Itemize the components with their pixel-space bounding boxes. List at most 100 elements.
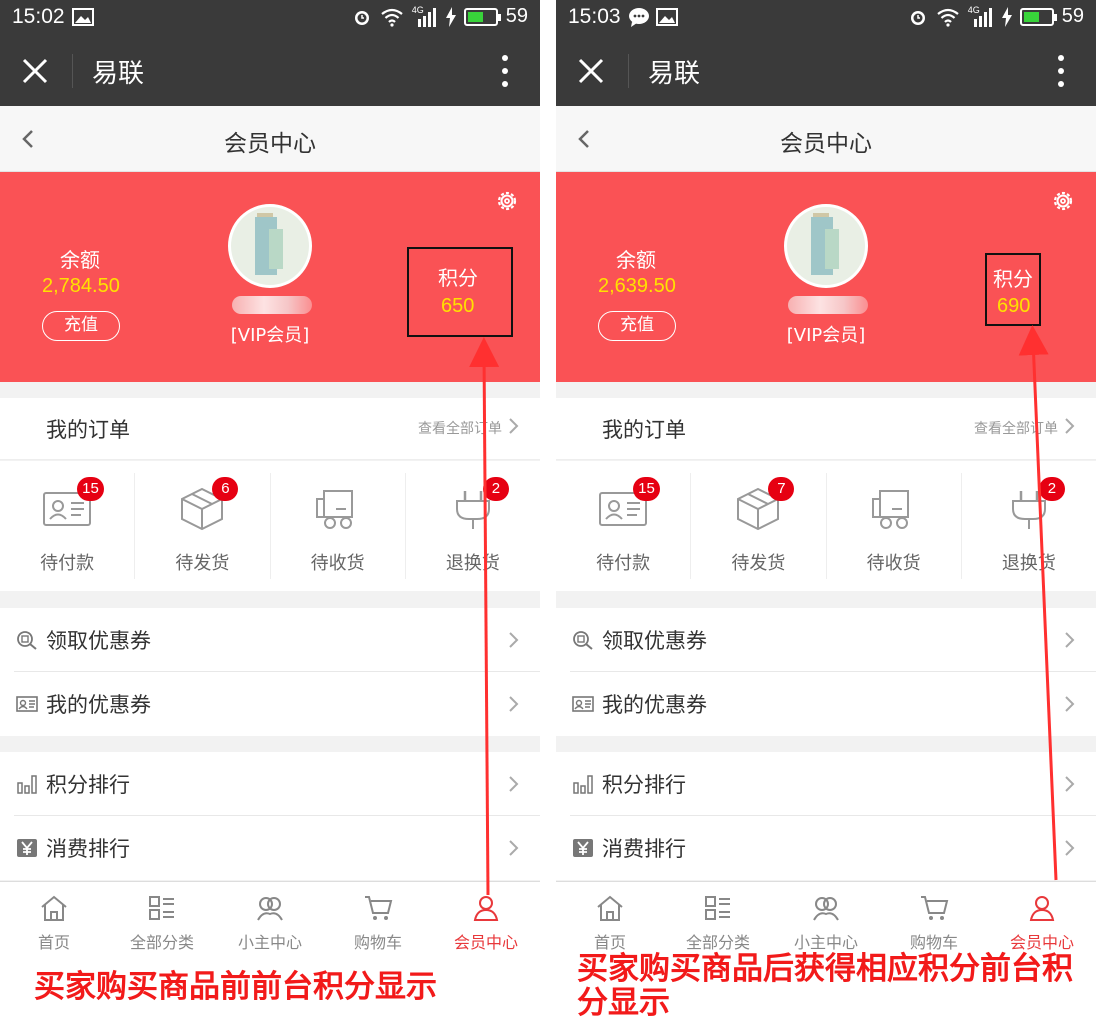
truck-icon bbox=[871, 490, 909, 529]
chevron-right-icon bbox=[1065, 696, 1075, 712]
points-value[interactable]: 690 bbox=[997, 295, 1030, 318]
caption-before: 买家购买商品前前台积分显示 bbox=[34, 969, 437, 1005]
ranking-menu: 积分排行 消费排行 bbox=[556, 752, 1096, 880]
menu-label: 积分排行 bbox=[46, 773, 130, 797]
gear-icon[interactable] bbox=[1050, 188, 1076, 214]
avatar[interactable] bbox=[784, 204, 868, 288]
badge-count: 2 bbox=[482, 477, 509, 501]
order-status-returns[interactable]: 2 退换货 bbox=[962, 473, 1096, 579]
tab-label: 首页 bbox=[37, 933, 70, 952]
chevron-right-icon[interactable] bbox=[1064, 417, 1076, 435]
more-menu-icon[interactable] bbox=[500, 54, 510, 88]
tab-member-center[interactable]: 会员中心 bbox=[432, 882, 540, 958]
badge-count: 15 bbox=[633, 477, 660, 501]
menu-label: 我的优惠券 bbox=[46, 693, 151, 717]
tab-label: 购物车 bbox=[353, 933, 402, 952]
menu-label: 积分排行 bbox=[602, 773, 686, 797]
view-all-orders-link[interactable]: 查看全部订单 bbox=[418, 418, 502, 438]
order-status-to-receive[interactable]: 待收货 bbox=[827, 473, 962, 579]
order-status-row: 15 待付款 6 待发货 待收货 2 退换货 bbox=[0, 461, 540, 591]
badge-count: 7 bbox=[768, 477, 795, 501]
points-highlight-box bbox=[407, 247, 513, 337]
truck-icon bbox=[315, 490, 353, 529]
cart-icon bbox=[365, 896, 393, 920]
coupon-card-icon bbox=[572, 696, 594, 712]
order-status-to-receive[interactable]: 待收货 bbox=[271, 473, 406, 579]
balance-value: 2,784.50 bbox=[42, 275, 120, 297]
ranking-menu: 积分排行 消费排行 bbox=[0, 752, 540, 880]
tab-label: 会员中心 bbox=[453, 933, 518, 952]
tab-label: 购物车 bbox=[909, 933, 958, 952]
tab-member-center[interactable]: 会员中心 bbox=[988, 882, 1096, 958]
balance-value: 2,639.50 bbox=[598, 275, 676, 297]
charging-icon bbox=[445, 6, 456, 27]
chevron-right-icon bbox=[1065, 840, 1075, 856]
bar-chart-icon bbox=[17, 775, 37, 794]
tab-host-center[interactable]: 小主中心 bbox=[772, 882, 880, 958]
points-value[interactable]: 650 bbox=[441, 295, 474, 318]
avatar[interactable] bbox=[228, 204, 312, 288]
signal-icon: 4G bbox=[412, 5, 438, 27]
category-icon bbox=[149, 896, 174, 920]
page-title: 会员中心 bbox=[780, 131, 872, 157]
menu-item-spending-ranking[interactable]: 消费排行 bbox=[570, 816, 1096, 880]
chat-icon bbox=[629, 8, 649, 27]
tab-home[interactable]: 首页 bbox=[0, 882, 108, 958]
status-label: 待收货 bbox=[310, 553, 365, 574]
menu-item-my-coupons[interactable]: 我的优惠券 bbox=[570, 672, 1096, 736]
chevron-right-icon bbox=[1065, 632, 1075, 648]
coupon-menu: 领取优惠券 我的优惠券 bbox=[0, 608, 540, 736]
image-icon bbox=[72, 8, 94, 26]
tab-home[interactable]: 首页 bbox=[556, 882, 664, 958]
my-orders-header: 我的订单 查看全部订单 bbox=[0, 398, 540, 460]
status-label: 退换货 bbox=[445, 553, 500, 574]
tab-cart[interactable]: 购物车 bbox=[880, 882, 988, 958]
battery-icon bbox=[463, 7, 501, 26]
status-label: 待发货 bbox=[175, 553, 230, 574]
bar-chart-icon bbox=[573, 775, 593, 794]
menu-item-my-coupons[interactable]: 我的优惠券 bbox=[14, 672, 540, 736]
tab-cart[interactable]: 购物车 bbox=[324, 882, 432, 958]
cart-icon bbox=[921, 896, 949, 920]
member-summary: 余额 2,639.50 充值 [VIP会员] 积分 690 bbox=[556, 172, 1096, 382]
badge-count: 6 bbox=[212, 477, 239, 501]
close-icon[interactable] bbox=[18, 54, 52, 88]
order-status-pending-payment[interactable]: 15 待付款 bbox=[556, 473, 692, 579]
points-label[interactable]: 积分 bbox=[438, 262, 478, 291]
menu-item-points-ranking[interactable]: 积分排行 bbox=[570, 752, 1096, 816]
badge-count: 15 bbox=[77, 477, 104, 501]
more-menu-icon[interactable] bbox=[1056, 54, 1066, 88]
menu-item-spending-ranking[interactable]: 消费排行 bbox=[14, 816, 540, 880]
menu-item-points-ranking[interactable]: 积分排行 bbox=[14, 752, 540, 816]
gear-icon[interactable] bbox=[494, 188, 520, 214]
page-title: 会员中心 bbox=[224, 131, 316, 157]
yen-icon bbox=[573, 839, 593, 857]
order-status-to-ship[interactable]: 6 待发货 bbox=[135, 473, 271, 579]
phone-screen-after: 15:03 4G 59 易联 会员中心 余额 2,639.50 充值 [VIP会… bbox=[556, 0, 1096, 958]
member-icon bbox=[473, 896, 499, 921]
coupon-card-icon bbox=[16, 696, 38, 712]
tab-host-center[interactable]: 小主中心 bbox=[216, 882, 324, 958]
menu-item-get-coupons[interactable]: 领取优惠券 bbox=[570, 608, 1096, 672]
menu-item-get-coupons[interactable]: 领取优惠券 bbox=[14, 608, 540, 672]
points-label[interactable]: 积分 bbox=[993, 263, 1033, 292]
tab-categories[interactable]: 全部分类 bbox=[664, 882, 772, 958]
order-status-to-ship[interactable]: 7 待发货 bbox=[691, 473, 827, 579]
tab-categories[interactable]: 全部分类 bbox=[108, 882, 216, 958]
battery-level: 59 bbox=[505, 5, 528, 27]
app-title-bar: 易联 bbox=[556, 36, 1096, 106]
status-label: 退换货 bbox=[1001, 553, 1056, 574]
bottom-tab-bar: 首页 全部分类 小主中心 购物车 会员中心 bbox=[556, 881, 1096, 958]
alarm-icon bbox=[910, 10, 925, 25]
order-status-returns[interactable]: 2 退换货 bbox=[406, 473, 540, 579]
close-icon[interactable] bbox=[574, 54, 608, 88]
phone-screen-before: 15:02 4G 59 易联 会员中心 余额 2,784.50 充值 [VIP会… bbox=[0, 0, 540, 958]
view-all-orders-link[interactable]: 查看全部订单 bbox=[974, 418, 1058, 438]
nickname-blurred bbox=[232, 296, 312, 314]
chevron-right-icon bbox=[509, 632, 519, 648]
menu-label: 我的优惠券 bbox=[602, 693, 707, 717]
alarm-icon bbox=[354, 10, 369, 25]
status-time: 15:03 bbox=[568, 5, 621, 28]
order-status-pending-payment[interactable]: 15 待付款 bbox=[0, 473, 136, 579]
chevron-right-icon[interactable] bbox=[508, 417, 520, 435]
